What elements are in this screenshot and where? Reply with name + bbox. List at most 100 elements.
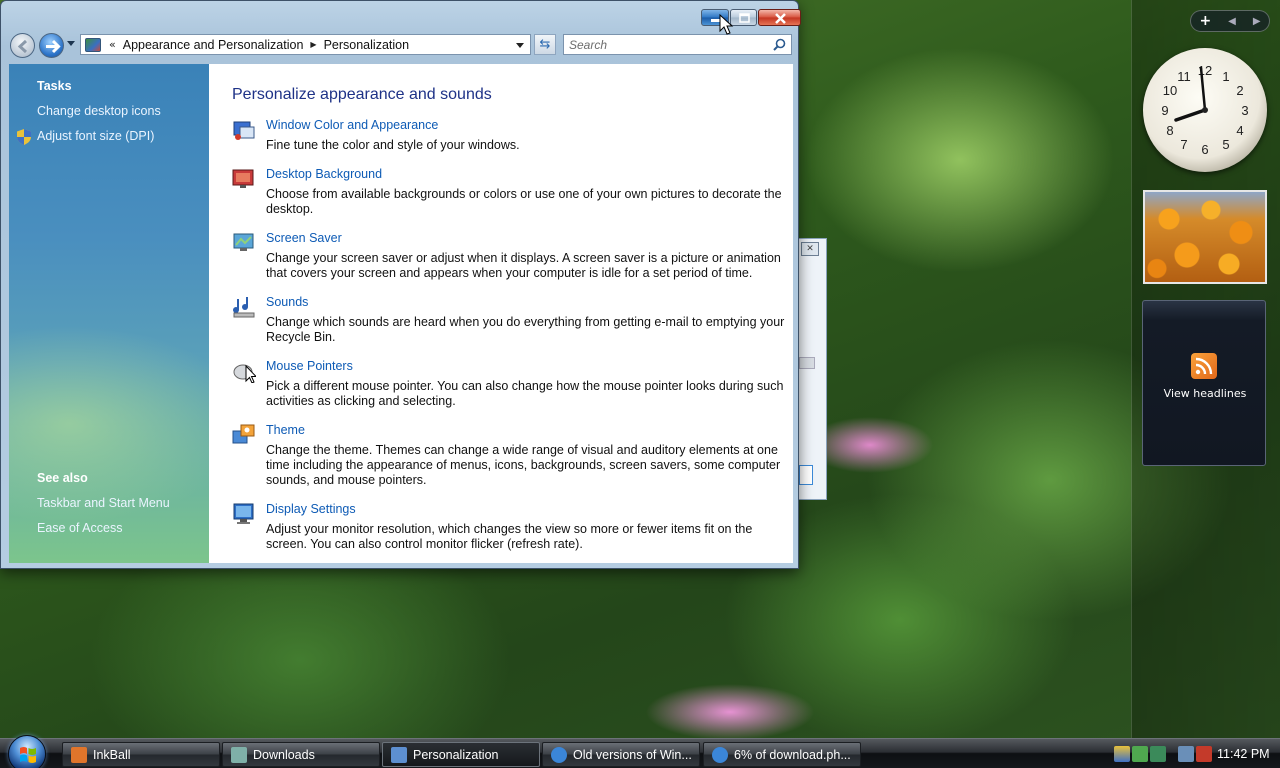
forward-button[interactable] [39,33,64,58]
see-also-heading: See also [37,471,88,485]
taskbar-item-label: InkBall [93,747,131,762]
screen-saver-link[interactable]: Screen Saver [266,231,342,245]
breadcrumb-appearance[interactable]: Appearance and Personalization [123,38,304,52]
start-button[interactable] [8,735,46,768]
dialog-scrollbar-thumb[interactable] [799,357,815,369]
close-button[interactable] [758,9,801,26]
back-arrow-icon [17,39,28,54]
back-button[interactable] [10,33,35,58]
rss-icon [1191,353,1217,379]
search-input[interactable]: Search [563,34,792,55]
screen-saver-icon [233,233,254,251]
desktop-background-link[interactable]: Desktop Background [266,167,382,181]
network-check-icon[interactable] [1132,746,1148,762]
control-panel-icon [391,746,407,763]
window-color-icon [233,121,255,140]
window-color-link[interactable]: Window Color and Appearance [266,118,438,132]
theme-desc: Change the theme. Themes can change a wi… [266,443,781,487]
network-icon[interactable] [1178,746,1194,762]
content-pane: Personalize appearance and sounds Window… [209,64,793,563]
shield-icon [17,129,31,145]
internet-explorer-icon [712,746,728,763]
breadcrumb-personalization[interactable]: Personalization [324,38,409,52]
internet-explorer-icon [551,746,567,763]
sidebar-next-icon[interactable]: ▶ [1253,16,1261,27]
clock-numeral-10: 10 [1163,83,1177,98]
clock-numeral-3: 3 [1241,103,1248,118]
taskbar-item-old-versions[interactable]: Old versions of Win... [542,742,700,767]
clock-hour-hand [1174,108,1207,122]
refresh-icon: ⇆ [539,37,551,52]
search-icon[interactable] [773,38,786,51]
desktop-background-desc: Choose from available backgrounds or col… [266,187,782,216]
address-bar[interactable]: « Appearance and Personalization ▶ Perso… [80,34,531,55]
taskbar-start-menu-link[interactable]: Taskbar and Start Menu [37,496,170,510]
clock-time[interactable]: 11:42 PM [1217,747,1270,761]
clock-numeral-8: 8 [1166,123,1173,138]
mouse-cursor-icon [719,14,734,35]
sidebar-tray-icon[interactable] [1150,746,1166,762]
close-icon[interactable]: ✕ [801,242,819,256]
refresh-button[interactable]: ⇆ [534,34,556,55]
clock-numeral-5: 5 [1222,137,1229,152]
window-color-desc: Fine tune the color and style of your wi… [266,138,520,152]
recent-pages-dropdown[interactable] [67,41,75,46]
clock-numeral-7: 7 [1180,137,1187,152]
personalization-window[interactable]: « Appearance and Personalization ▶ Perso… [0,0,802,569]
taskbar: InkBall Downloads Personalization Old ve… [0,735,1280,768]
taskbar-item-inkball[interactable]: InkBall [62,742,220,767]
address-dropdown-icon[interactable] [516,43,524,48]
ease-of-access-link[interactable]: Ease of Access [37,521,122,535]
control-panel-icon [85,37,101,52]
feed-headlines-gadget[interactable]: View headlines [1142,300,1266,466]
slideshow-gadget[interactable] [1143,190,1267,284]
breadcrumb-arrow-icon[interactable]: ▶ [310,40,316,49]
adjust-font-size-link[interactable]: Adjust font size (DPI) [37,129,154,143]
taskbar-item-label: Personalization [413,747,499,762]
taskbar-item-downloads[interactable]: Downloads [222,742,380,767]
folder-icon [231,746,247,763]
taskbar-item-personalization[interactable]: Personalization [382,742,540,767]
clock-face: 12 1 2 3 4 5 6 7 8 9 10 11 [1161,63,1248,157]
tasks-pane: Tasks Change desktop icons Adjust font s… [9,64,209,563]
navigation-bar: « Appearance and Personalization ▶ Perso… [10,32,792,58]
volume-muted-icon[interactable] [1196,746,1212,762]
taskbar-item-label: Old versions of Win... [573,747,692,762]
clock-gadget[interactable]: 12 1 2 3 4 5 6 7 8 9 10 11 [1143,48,1267,172]
search-placeholder: Search [569,38,608,52]
screen-saver-desc: Change your screen saver or adjust when … [266,251,781,280]
sidebar-prev-icon[interactable]: ◀ [1228,16,1236,27]
taskbar-item-download[interactable]: 6% of download.ph... [703,742,861,767]
taskbar-item-label: Downloads [253,747,315,762]
sidebar-controls[interactable]: + ◀ ▶ [1190,10,1270,32]
mouse-pointers-link[interactable]: Mouse Pointers [266,359,353,373]
display-settings-link[interactable]: Display Settings [266,502,356,516]
sounds-link[interactable]: Sounds [266,295,308,309]
desktop-background-icon [232,169,254,188]
display-settings-desc: Adjust your monitor resolution, which ch… [266,522,753,551]
sounds-desc: Change which sounds are heard when you d… [266,315,785,344]
mouse-pointers-icon [233,364,256,383]
security-shield-icon[interactable] [1114,746,1130,762]
window-controls [701,9,802,26]
background-dialog[interactable]: ✕ [799,238,827,500]
forward-arrow-icon [46,39,61,54]
display-settings-icon [233,503,254,524]
clock-numeral-4: 4 [1236,123,1243,138]
dialog-button[interactable] [799,465,813,485]
taskbar-item-label: 6% of download.ph... [734,747,851,762]
clock-numeral-6: 6 [1201,142,1208,157]
windows-logo-icon [20,747,36,763]
clock-numeral-1: 1 [1222,69,1229,84]
change-desktop-icons-link[interactable]: Change desktop icons [37,104,161,118]
clock-numeral-12: 12 [1198,63,1212,78]
theme-icon [232,424,255,444]
breadcrumb-overflow[interactable]: « [109,38,116,51]
inkball-icon [71,746,87,763]
add-gadget-icon[interactable]: + [1199,13,1211,29]
clock-numeral-9: 9 [1161,103,1168,118]
clock-numeral-11: 11 [1177,69,1191,84]
view-headlines-label[interactable]: View headlines [1143,387,1267,400]
theme-link[interactable]: Theme [266,423,305,437]
tasks-heading: Tasks [37,79,72,93]
